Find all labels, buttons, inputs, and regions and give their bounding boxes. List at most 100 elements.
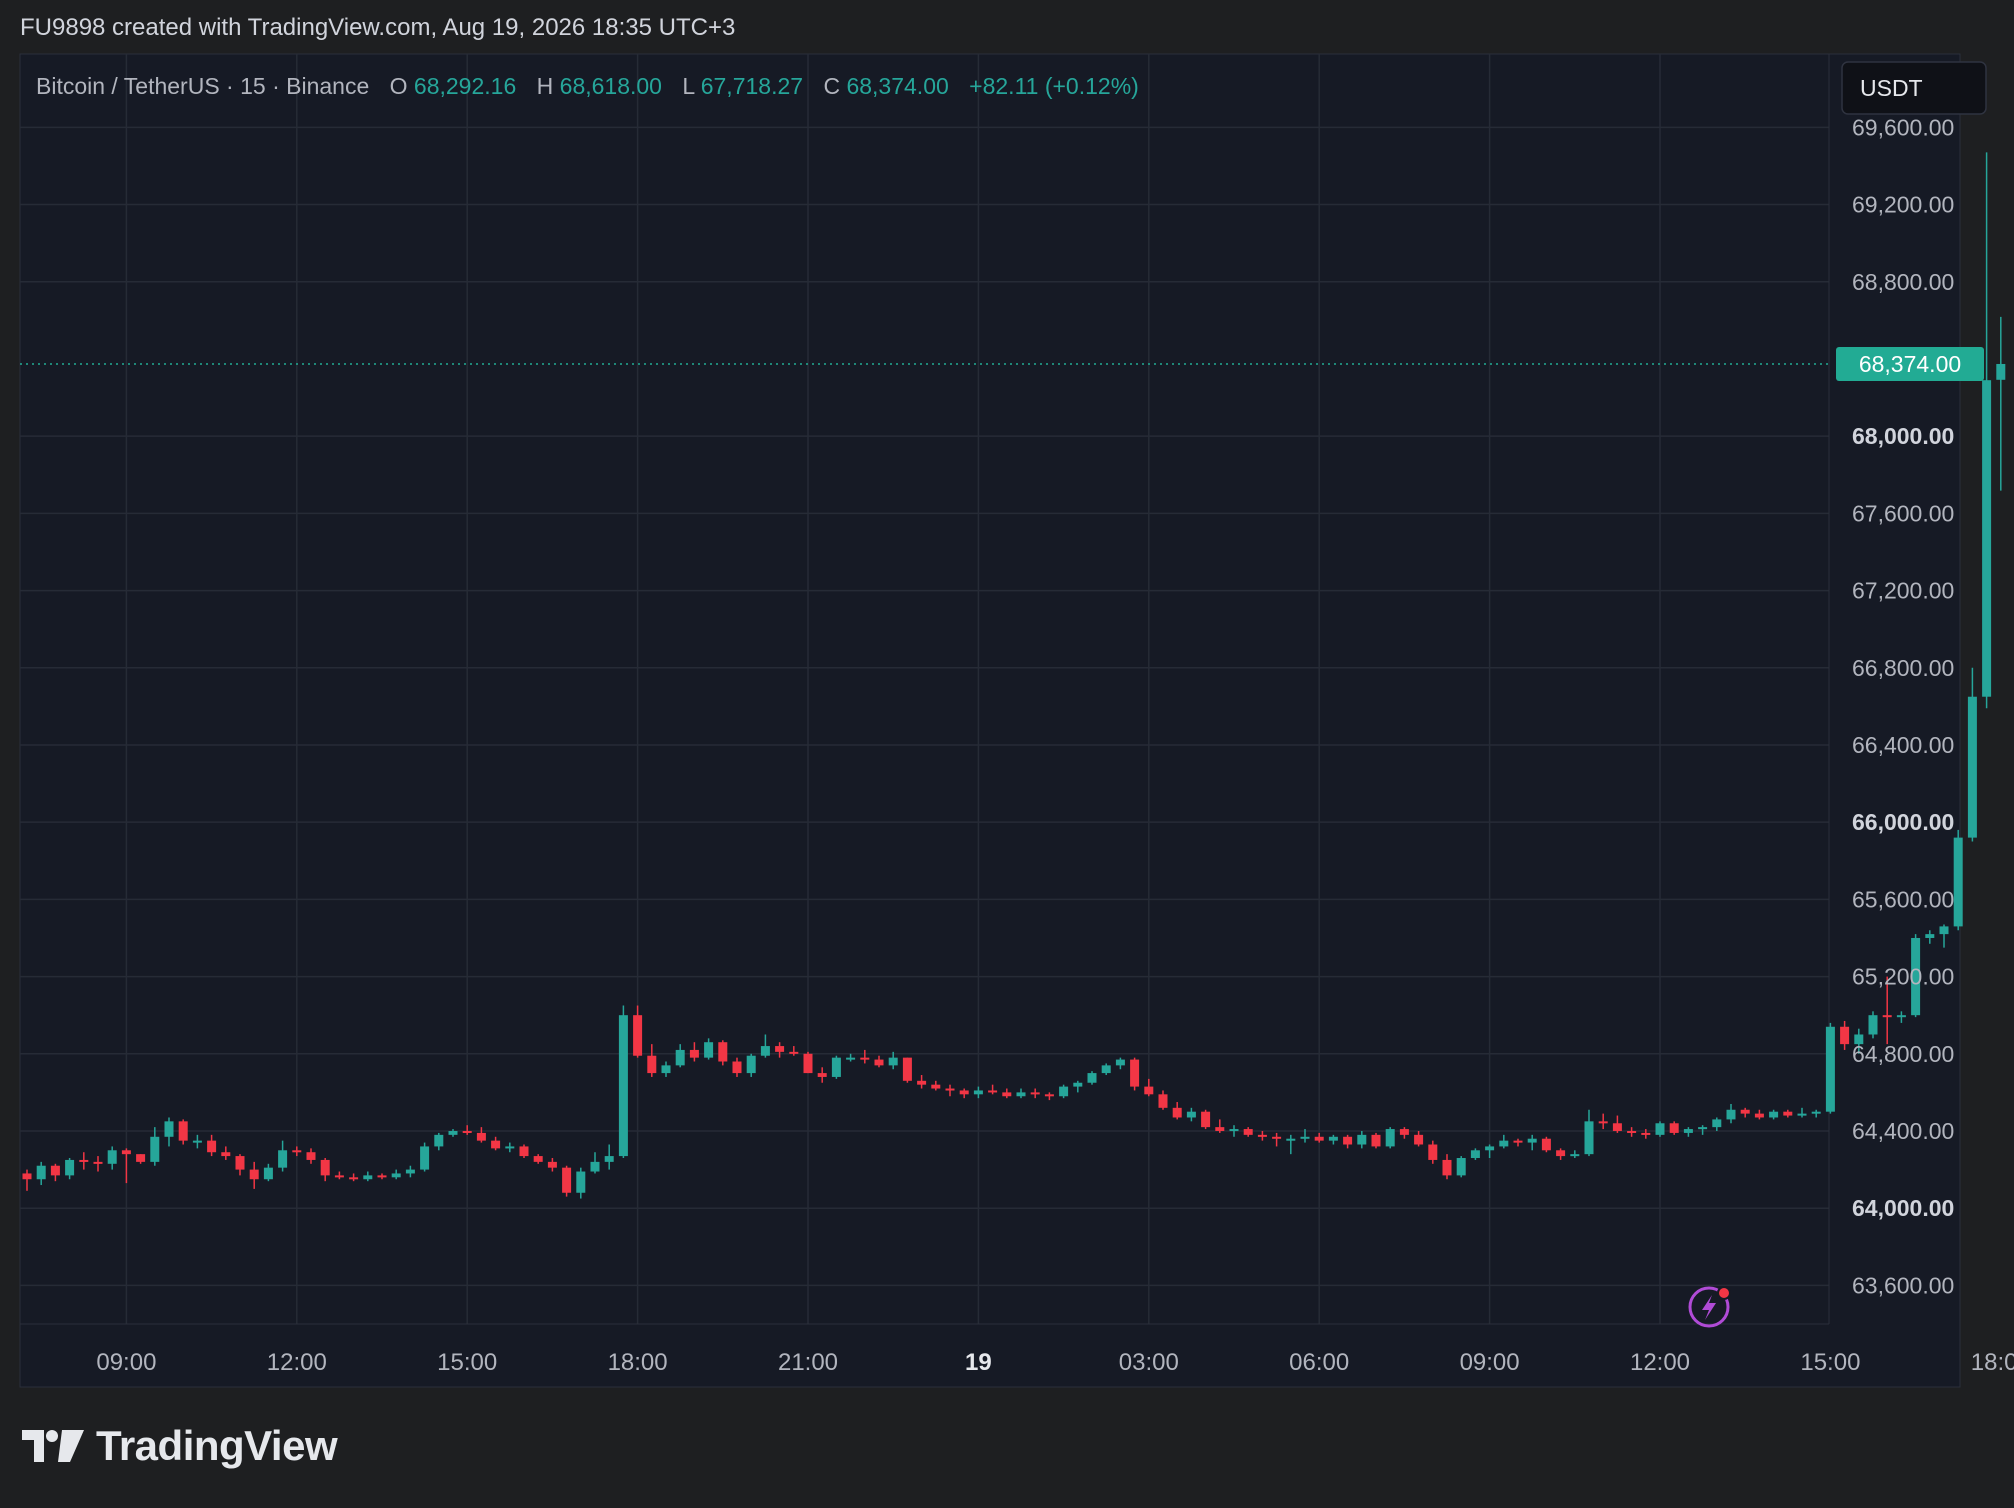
price-tick-label: 64,400.00 [1852,1118,1954,1144]
candle-body [1598,1121,1608,1124]
candle-body [1641,1132,1651,1135]
price-chart[interactable]: 69,600.00 69,200.00 68,800.00 68,000.00 67,6… [0,0,2014,1400]
candle-body [562,1167,572,1193]
candle-body [1044,1094,1054,1097]
candle-body [1712,1119,1722,1128]
chart-frame [19,53,1961,1388]
candle-body [817,1073,827,1077]
candle-body [1967,696,1977,838]
candle-body [1414,1134,1424,1145]
candle-body [278,1150,288,1168]
legend-symbol: Bitcoin / TetherUS · 15 · Binance [36,73,369,99]
candle-body [1059,1086,1069,1097]
candle-body [1783,1111,1793,1116]
candle-body [1868,1015,1878,1035]
candle-body [931,1084,941,1089]
candle-body [789,1051,799,1054]
candle-body [50,1165,60,1176]
candle-body [775,1046,785,1052]
candle-body [988,1090,998,1093]
candle-body [136,1154,146,1162]
candle-body [178,1121,188,1141]
candle-body [448,1130,458,1135]
candle-body [1669,1123,1679,1133]
time-tick-label: 19 [965,1349,992,1376]
time-tick-label: 03:00 [1119,1349,1179,1376]
candle-body [192,1140,202,1143]
candle-body [121,1150,131,1155]
candle-body [1115,1059,1125,1066]
candle-body [1740,1109,1750,1114]
legend-high-value: 68,618.00 [560,73,662,99]
price-tick-label: 69,600.00 [1852,114,1954,140]
candle-body [1683,1129,1693,1133]
candle-body [1016,1092,1026,1097]
candle-body [434,1134,444,1147]
candle [1059,1084,1069,1099]
candle [1669,1121,1679,1135]
candle [519,1144,529,1159]
time-tick-label: 21:00 [778,1349,838,1376]
candle-body [306,1152,316,1160]
price-tick-label: 64,000.00 [1852,1195,1954,1221]
candle-body [349,1177,359,1180]
candle [1371,1132,1381,1149]
time-tick-label: 12:00 [1630,1349,1690,1376]
candle-body [363,1175,373,1180]
candle-body [1612,1123,1622,1131]
price-label-badge: 68,374.00 [1836,346,1984,381]
candle-body [1882,1015,1892,1018]
candle-body [334,1175,344,1178]
tradingview-logo-icon [22,1430,84,1462]
candle [1087,1071,1097,1085]
candle-body [1314,1136,1324,1141]
candle-body [1570,1154,1580,1157]
candle-body [1726,1109,1736,1120]
candle-body [1272,1136,1282,1139]
candle-body [917,1080,927,1085]
candle-body [420,1146,430,1170]
legend: Bitcoin / TetherUS · 15 · Binance O 68,2… [36,73,1139,99]
last-price-label: 68,374.00 [1859,351,1961,377]
candle-body [1627,1130,1637,1133]
candle-body [1371,1134,1381,1147]
currency-button[interactable]: USDT [1841,61,1987,115]
time-tick-label: 15:00 [1800,1349,1860,1376]
footer-brand: TradingView [22,1422,338,1470]
candle-body [533,1156,543,1162]
price-tick-label: 64,800.00 [1852,1041,1954,1067]
legend-close-label: C [823,73,840,99]
candle-body [902,1057,912,1081]
price-tick-label: 67,200.00 [1852,578,1954,604]
candle-body [79,1159,89,1162]
time-tick-label: 06:00 [1289,1349,1349,1376]
candle-body [1896,1015,1906,1018]
candle-body [689,1049,699,1058]
candle [831,1055,841,1079]
candle [1825,1022,1835,1114]
candle [1385,1127,1395,1149]
candle-body [1215,1127,1225,1131]
candle-body [1257,1134,1267,1137]
legend-open-label: O [390,73,408,99]
candle-body [718,1042,728,1062]
candle-body [249,1169,259,1180]
candle-body [1442,1159,1452,1176]
candle [1953,829,1963,931]
candle-body [1328,1136,1338,1141]
candle-body [320,1159,330,1176]
candle-body [1655,1123,1665,1135]
candle-body [107,1150,117,1164]
candle-body [1030,1092,1040,1095]
candle-body [1286,1138,1296,1141]
candle-body [1996,363,2006,380]
candle-body [36,1165,46,1180]
candle-body [462,1130,472,1133]
time-tick-label: 15:00 [437,1349,497,1376]
candle-body [1982,380,1992,697]
candle-body [1399,1129,1409,1135]
candle-body [1201,1111,1211,1128]
candle [1982,152,1992,709]
candle [1996,316,2006,491]
candle-body [1527,1138,1537,1143]
